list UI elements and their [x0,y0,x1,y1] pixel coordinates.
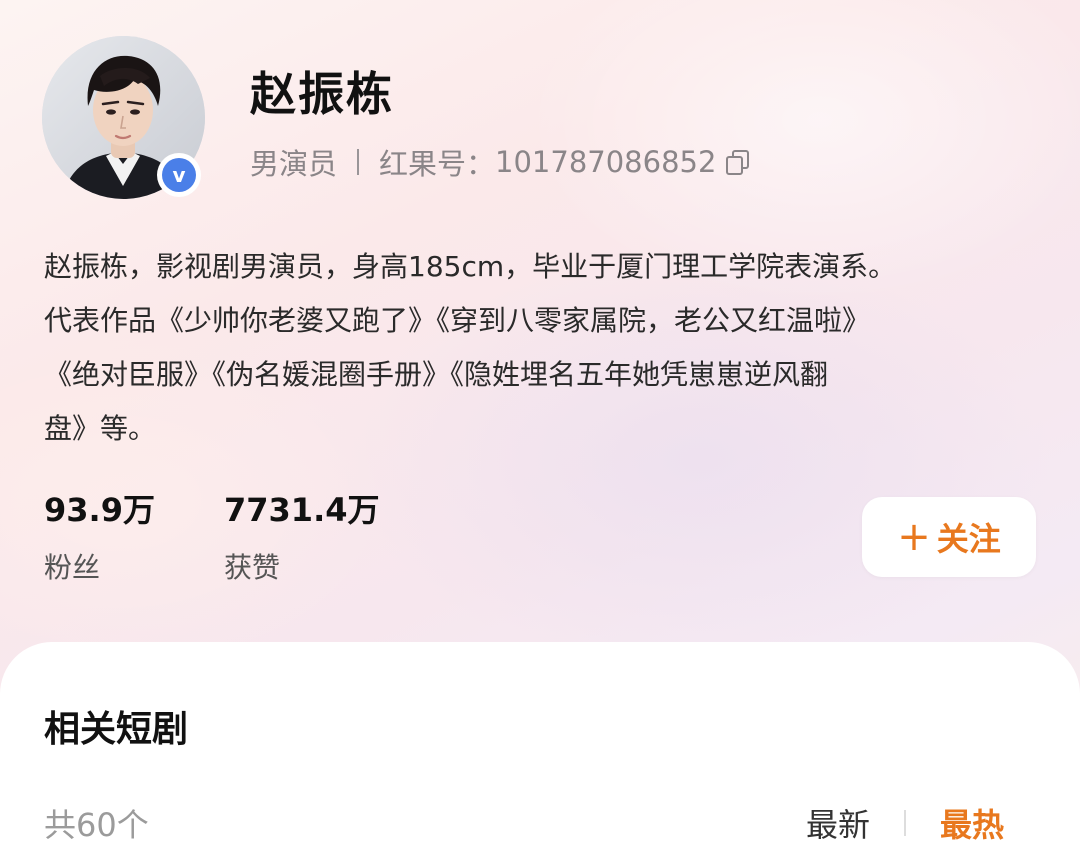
fans-count: 93.9万 [44,491,155,529]
sort-divider [903,810,906,836]
sort-tabs: 最新 最热 [806,800,1004,846]
profile-role: 男演员 [250,147,338,181]
meta-divider [357,149,360,175]
bio-line: 代表作品《少帅你老婆又跑了》《穿到八零家属院，老公又红温啦》 [44,304,871,337]
bio-line: 《绝对臣服》《伪名媛混圈手册》《隐姓埋名五年她凭崽崽逆风翻 [44,358,829,391]
plus-icon: + [897,514,931,560]
section-title: 相关短剧 [44,709,189,750]
fans-label: 粉丝 [44,551,101,584]
sort-hottest-tab[interactable]: 最热 [940,800,1004,846]
likes-label: 获赞 [224,551,281,584]
verified-mark: v [162,158,196,192]
fans-stat[interactable]: 93.9万 粉丝 [44,488,155,590]
profile-name: 赵振栋 [250,67,394,121]
verified-badge-icon: v [157,153,201,197]
follow-button[interactable]: + 关注 [862,497,1036,577]
follow-label: 关注 [936,520,1001,558]
drama-count: 共60个 [44,806,149,844]
likes-count: 7731.4万 [224,491,380,529]
profile-bio: 赵振栋，影视剧男演员，身高185cm，毕业于厦门理工学院表演系。 代表作品《少帅… [44,240,1034,456]
copy-icon[interactable] [726,150,750,175]
profile-id-value: 101787086852 [495,145,717,179]
profile-meta: 男演员 红果号： 101787086852 [250,142,750,182]
likes-stat[interactable]: 7731.4万 获赞 [224,488,380,590]
bio-line: 赵振栋，影视剧男演员，身高185cm，毕业于厦门理工学院表演系。 [44,250,897,283]
bio-line: 盘》等。 [44,412,157,445]
profile-id-label: 红果号： [379,147,496,181]
sort-newest-tab[interactable]: 最新 [806,800,870,846]
